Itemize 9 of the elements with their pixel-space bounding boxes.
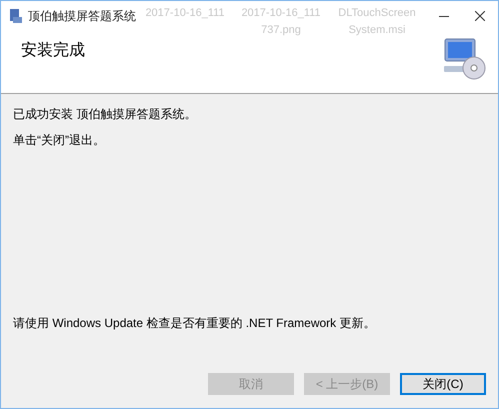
- dialog-button[interactable]: 关闭(C): [400, 373, 486, 395]
- message-text: 已成功安装 顶伯触摸屏答题系统。: [13, 107, 198, 121]
- close-icon: [475, 11, 485, 21]
- update-note: 请使用 Windows Update 检查是否有重要的 .NET Framework 更新。: [13, 316, 377, 330]
- computer-cd-icon: [442, 36, 486, 80]
- page-heading: 安装完成: [21, 40, 85, 61]
- installer-icon: [9, 8, 23, 24]
- message-text: 单击“关闭”退出。: [13, 133, 106, 147]
- window-title: 顶伯触摸屏答题系统: [28, 8, 136, 25]
